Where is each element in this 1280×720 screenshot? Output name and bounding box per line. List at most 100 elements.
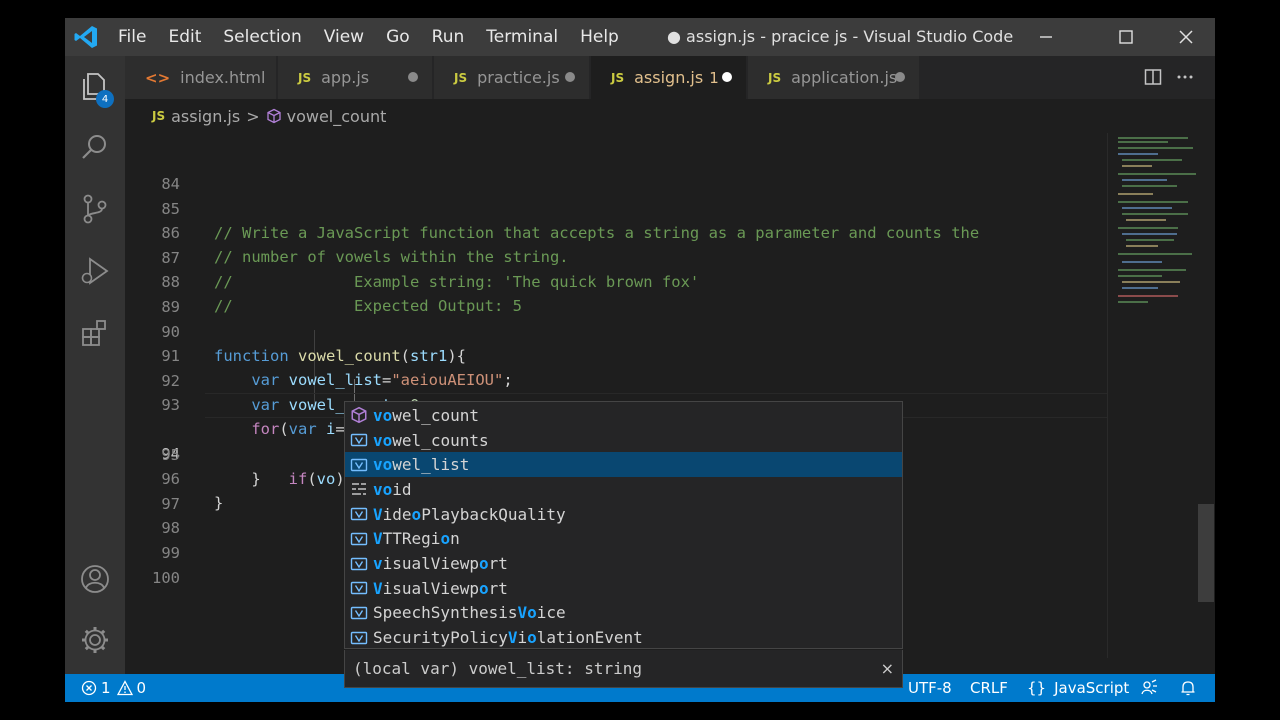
minimap-line [1118,253,1192,255]
close-details-button[interactable]: × [881,659,894,678]
unsaved-dot-icon[interactable] [722,72,732,82]
suggestion-item[interactable]: VideoPlaybackQuality [345,502,902,527]
accounts-button[interactable] [65,550,125,608]
variable-icon [350,582,368,595]
language-label: JavaScript [1054,679,1130,697]
suggestion-kind-icon [345,579,373,597]
breadcrumb-file[interactable]: assign.js [171,107,240,126]
search-icon [82,135,106,159]
code-line: 85 // Write a JavaScript function that a… [125,172,1167,243]
suggestion-item[interactable]: SecurityPolicyViolationEvent [345,625,902,650]
tab-label: app.js [321,68,370,87]
tab-assign-js[interactable]: JS assign.js 1 [591,56,747,99]
unsaved-dot-icon[interactable] [408,72,418,82]
manage-button[interactable] [65,611,125,669]
tab-label: application.js [791,68,898,87]
tab-practice-js[interactable]: JS practice.js [434,56,590,99]
menu-bar: File Edit Selection View Go Run Terminal… [118,18,641,56]
minimap-line [1122,281,1180,283]
tab-bar: <> index.html JS app.js JS practice.js J… [125,56,1215,99]
minimap-line [1126,239,1174,241]
extensions-button[interactable] [65,304,125,362]
suggestion-item[interactable]: VTTRegion [345,527,902,552]
eol-status[interactable]: CRLF [970,674,1008,702]
feedback-button[interactable] [1140,674,1158,702]
suggestion-item[interactable]: SpeechSynthesisVoice [345,601,902,626]
breadcrumb: JS assign.js > vowel_count [125,99,1215,133]
menu-file[interactable]: File [118,27,146,47]
vscode-logo-icon [74,26,97,48]
suggestion-label: VisualViewport [373,578,508,598]
suggestion-kind-icon [345,505,373,523]
code-line: 86 // number of vowels within the string… [125,196,1167,267]
suggestion-label: visualViewport [373,554,508,574]
html-file-icon: <> [145,68,171,87]
keyword-icon [352,483,366,496]
tab-index-html[interactable]: <> index.html [125,56,277,99]
suggestion-kind-icon [345,530,373,548]
suggestion-item[interactable]: VisualViewport [345,576,902,601]
minimap-line [1118,141,1168,143]
tab-application-js[interactable]: JS application.js [748,56,920,99]
more-icon [1177,75,1193,79]
explorer-badge: 4 [96,90,114,108]
suggestion-item[interactable]: visualViewport [345,551,902,576]
menu-view[interactable]: View [324,27,364,47]
suggest-details-text: (local var) vowel_list: string [353,659,642,678]
suggestion-item[interactable]: void [345,477,902,502]
variable-icon [350,433,368,447]
minimap-line [1118,227,1178,229]
window-title: ● assign.js - pracice js - Visual Studio… [667,27,1014,46]
source-control-button[interactable] [65,180,125,238]
activity-bar: 4 [65,56,125,688]
minimap-line [1118,153,1158,155]
explorer-button[interactable]: 4 [65,58,125,116]
unsaved-dot-icon[interactable] [565,72,575,82]
tab-app-js[interactable]: JS app.js [278,56,433,99]
tab-label: index.html [180,68,266,87]
unsaved-dot-icon[interactable] [895,72,905,82]
js-file-icon: JS [152,109,166,123]
cube-method-icon [266,108,281,124]
menu-run[interactable]: Run [432,27,465,47]
menu-help[interactable]: Help [580,27,619,47]
minimap-line [1118,137,1188,139]
encoding-status[interactable]: UTF-8 [908,674,952,702]
code-line: 90 function vowel_count(str1){ [125,295,1167,366]
variable-icon [350,606,368,620]
suggestion-item[interactable]: vowel_list [345,452,902,478]
minimap-line [1122,185,1177,187]
code-line: 88 // Expected Output: 5 [125,245,1167,316]
suggestion-item[interactable]: vowel_counts [345,428,902,453]
breadcrumb-symbol[interactable]: vowel_count [287,107,387,126]
vertical-scrollbar[interactable] [1198,504,1214,602]
menu-selection[interactable]: Selection [223,27,301,47]
minimap-line [1118,201,1188,203]
notifications-button[interactable] [1179,674,1197,702]
split-editor-button[interactable] [1142,66,1164,88]
suggestion-item[interactable]: vowel_count [345,403,902,428]
variable-icon [350,507,368,521]
menu-terminal[interactable]: Terminal [486,27,558,47]
suggest-widget: vowel_count vowel_counts vowel_list void Vid… [344,401,903,649]
menu-go[interactable]: Go [386,27,410,47]
close-window-button[interactable] [1163,18,1209,56]
language-mode-status[interactable]: {} JavaScript [1027,674,1129,702]
minimap-line [1118,275,1162,277]
menu-edit[interactable]: Edit [168,27,201,47]
suggestion-label: VideoPlaybackQuality [373,504,566,524]
suggestion-kind-icon [345,480,373,498]
search-button[interactable] [65,118,125,176]
run-debug-button[interactable] [65,242,125,300]
suggestion-kind-icon [345,555,373,573]
more-actions-button[interactable] [1174,66,1196,88]
minimap-line [1122,207,1172,209]
problems-status[interactable]: 1 0 [81,674,146,702]
minimize-button[interactable] [1023,18,1069,56]
braces-icon: {} [1027,679,1047,697]
maximize-button[interactable] [1103,18,1149,56]
maximize-icon [1119,30,1133,44]
variable-icon [350,532,368,546]
js-file-icon: JS [298,70,312,85]
minimap-line [1118,147,1193,149]
